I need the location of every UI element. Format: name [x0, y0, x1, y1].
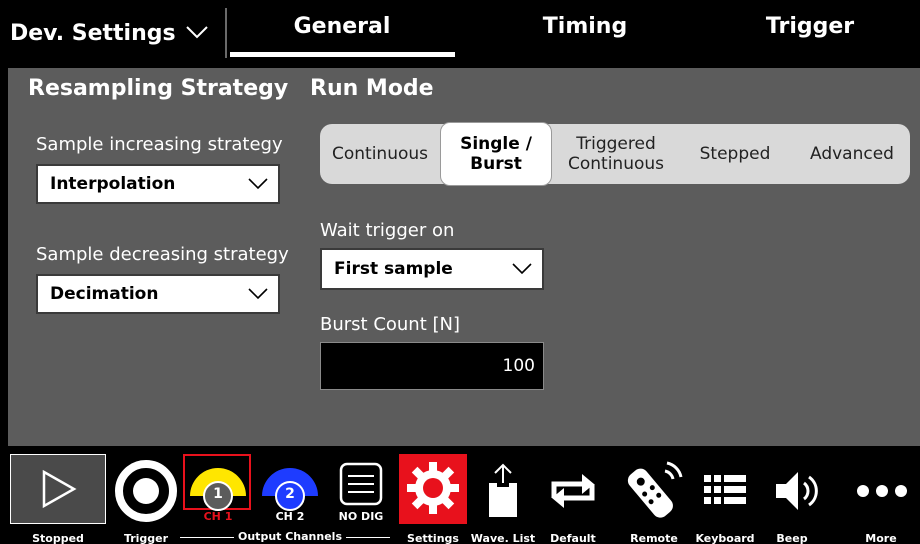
- run-mode-continuous-label: Continuous: [331, 144, 428, 164]
- channel-2-number: 2: [285, 486, 295, 502]
- run-mode-selector: Continuous Single / Burst Triggered Cont…: [320, 122, 910, 186]
- sample-increasing-label: Sample increasing strategy: [36, 134, 283, 155]
- dev-settings-dropdown[interactable]: Dev. Settings: [8, 8, 223, 58]
- run-mode-triggered-continuous-label: Continuous: [567, 154, 664, 174]
- remote-button[interactable]: [612, 446, 688, 544]
- sample-decreasing-select[interactable]: Decimation: [36, 274, 280, 314]
- keyboard-icon: [690, 456, 760, 526]
- sample-increasing-select[interactable]: Interpolation: [36, 164, 280, 204]
- tab-timing[interactable]: Timing: [470, 14, 700, 39]
- sample-decreasing-value: Decimation: [50, 284, 159, 304]
- top-header: Dev. Settings General Timing Trigger: [0, 0, 920, 68]
- burst-count-label: Burst Count [N]: [320, 314, 461, 335]
- tab-trigger[interactable]: Trigger: [700, 14, 920, 39]
- more-dots-icon: [846, 456, 918, 526]
- keyboard-button[interactable]: [690, 446, 760, 544]
- bottom-toolbar: Stopped Trigger 1 CH 1 2 CH 2 NO DIG Out…: [0, 446, 920, 544]
- chevron-down-icon: [512, 260, 532, 279]
- run-mode-title: Run Mode: [310, 76, 434, 101]
- more-label: More: [865, 532, 897, 544]
- default-label: Default: [550, 532, 596, 544]
- wave-list-button[interactable]: [470, 446, 536, 544]
- trigger-button[interactable]: [108, 446, 184, 544]
- settings-button[interactable]: [399, 454, 467, 524]
- run-mode-stepped[interactable]: Stepped: [676, 124, 794, 184]
- no-dig-label: NO DIG: [338, 510, 384, 523]
- run-mode-single-label: Single /: [460, 134, 532, 154]
- run-mode-burst-label: Burst: [470, 154, 522, 174]
- sample-increasing-value: Interpolation: [50, 174, 176, 194]
- chevron-down-icon: [248, 175, 268, 194]
- chevron-down-icon: [185, 24, 208, 43]
- reset-icon: [540, 456, 606, 526]
- output-channels-label: Output Channels: [234, 530, 347, 543]
- wait-trigger-value: First sample: [334, 259, 453, 279]
- run-mode-stepped-label: Stepped: [699, 144, 771, 164]
- general-settings-panel: Resampling Strategy Run Mode Sample incr…: [8, 68, 920, 446]
- share-icon: [470, 456, 536, 526]
- remote-control-icon: [612, 456, 688, 526]
- play-icon: [11, 455, 105, 523]
- sample-decreasing-label: Sample decreasing strategy: [36, 244, 289, 265]
- wave-list-label: Wave. List: [470, 532, 536, 544]
- settings-label: Settings: [407, 532, 459, 544]
- active-tab-indicator: [230, 52, 455, 57]
- run-mode-triggered-continuous[interactable]: Triggered Continuous: [556, 124, 676, 184]
- dev-settings-label: Dev. Settings: [10, 20, 176, 46]
- keyboard-label: Keyboard: [695, 532, 755, 544]
- wait-trigger-label: Wait trigger on: [320, 220, 455, 241]
- remote-label: Remote: [630, 532, 678, 544]
- run-mode-advanced[interactable]: Advanced: [794, 124, 910, 184]
- trigger-label: Trigger: [123, 532, 169, 544]
- trigger-icon: [108, 456, 184, 526]
- tab-general[interactable]: General: [228, 14, 456, 39]
- channel-1-label: CH 1: [203, 510, 233, 523]
- header-divider: [225, 8, 227, 58]
- channel-1-number: 1: [213, 486, 223, 502]
- run-mode-continuous[interactable]: Continuous: [320, 124, 440, 184]
- gear-icon: [405, 460, 461, 520]
- beep-button[interactable]: [762, 446, 832, 544]
- burst-count-input[interactable]: 100: [320, 342, 544, 390]
- wait-trigger-select[interactable]: First sample: [320, 248, 544, 290]
- channel-2-label: CH 2: [275, 510, 305, 523]
- speaker-icon: [762, 456, 832, 526]
- more-button[interactable]: [846, 446, 918, 544]
- run-stop-button[interactable]: [10, 454, 106, 524]
- run-mode-advanced-label: Advanced: [810, 144, 894, 164]
- default-button[interactable]: [540, 446, 606, 544]
- stopped-label: Stopped: [32, 532, 84, 544]
- run-mode-triggered-label: Triggered: [576, 134, 656, 154]
- digital-channels-icon: [339, 462, 383, 510]
- beep-label: Beep: [776, 532, 808, 544]
- resampling-strategy-title: Resampling Strategy: [28, 76, 289, 101]
- chevron-down-icon: [248, 285, 268, 304]
- run-mode-single-burst[interactable]: Single / Burst: [440, 122, 552, 186]
